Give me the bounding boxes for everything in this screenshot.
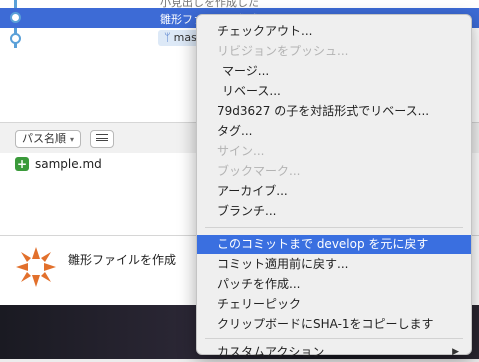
menu-item-label: カスタムアクション bbox=[217, 345, 325, 359]
menu-separator bbox=[205, 338, 463, 339]
menu-item-tag[interactable]: タグ... bbox=[197, 122, 471, 141]
chevron-down-icon: ▾ bbox=[70, 135, 75, 144]
menu-item-checkout[interactable]: チェックアウト... bbox=[197, 22, 471, 41]
menu-item-branch[interactable]: ブランチ... bbox=[197, 202, 471, 221]
menu-item-label: サイン... bbox=[217, 144, 265, 158]
menu-item-label: チェックアウト... bbox=[217, 24, 313, 38]
menu-item-label: リビジョンをプッシュ... bbox=[217, 44, 349, 58]
menu-item-push-revision: リビジョンをプッシュ... bbox=[197, 42, 471, 61]
menu-item-archive[interactable]: アーカイブ... bbox=[197, 182, 471, 201]
menu-item-label: マージ... bbox=[222, 64, 270, 78]
menu-item-revert-commit[interactable]: コミット適用前に戻す... bbox=[197, 255, 471, 274]
commit-node bbox=[10, 33, 21, 44]
menu-item-label: パッチを作成... bbox=[217, 277, 301, 291]
menu-item-custom-actions[interactable]: カスタムアクション ▶ bbox=[197, 343, 471, 362]
menu-item-label: 79d3627 の子を対話形式でリベース... bbox=[217, 104, 430, 118]
menu-item-cherry-pick[interactable]: チェリーピック bbox=[197, 295, 471, 314]
menu-item-sign: サイン... bbox=[197, 142, 471, 161]
submenu-arrow-icon: ▶ bbox=[452, 347, 459, 357]
context-menu: チェックアウト... リビジョンをプッシュ... マージ... リベース... … bbox=[196, 14, 472, 359]
menu-item-label: リベース... bbox=[222, 84, 281, 98]
menu-separator bbox=[205, 227, 463, 228]
menu-item-interactive-rebase[interactable]: 79d3627 の子を対話形式でリベース... bbox=[197, 102, 471, 121]
menu-item-label: タグ... bbox=[217, 124, 253, 138]
menu-item-label: コミット適用前に戻す... bbox=[217, 257, 349, 271]
menu-item-rebase[interactable]: リベース... bbox=[197, 82, 471, 101]
sort-dropdown[interactable]: パス名順 ▾ bbox=[15, 130, 82, 148]
menu-item-label: ブックマーク... bbox=[217, 164, 301, 178]
menu-item-label: アーカイブ... bbox=[217, 184, 288, 198]
menu-item-bookmark: ブックマーク... bbox=[197, 162, 471, 181]
menu-item-reset-develop[interactable]: このコミットまで develop を元に戻す bbox=[197, 235, 471, 254]
list-icon bbox=[96, 134, 108, 141]
sort-label: パス名順 bbox=[22, 132, 66, 145]
added-status-icon: + bbox=[15, 157, 29, 171]
commit-detail-message: 雛形ファイルを作成 bbox=[68, 253, 177, 267]
commit-row[interactable]: 小見出しを作成した bbox=[0, 0, 479, 9]
menu-item-label: このコミットまで develop を元に戻す bbox=[217, 237, 429, 251]
menu-item-merge[interactable]: マージ... bbox=[197, 62, 471, 81]
menu-item-label: クリップボードにSHA-1をコピーします bbox=[217, 317, 434, 331]
menu-item-copy-sha1[interactable]: クリップボードにSHA-1をコピーします bbox=[197, 315, 471, 334]
list-view-button[interactable] bbox=[90, 130, 114, 148]
author-avatar bbox=[16, 247, 56, 287]
menu-item-create-patch[interactable]: パッチを作成... bbox=[197, 275, 471, 294]
file-name: sample.md bbox=[35, 157, 102, 171]
menu-item-label: チェリーピック bbox=[217, 297, 302, 311]
branch-icon: ᛘ bbox=[164, 31, 171, 44]
branch-name: mas bbox=[173, 31, 197, 44]
menu-item-label: ブランチ... bbox=[217, 204, 277, 218]
commit-node bbox=[10, 12, 21, 23]
